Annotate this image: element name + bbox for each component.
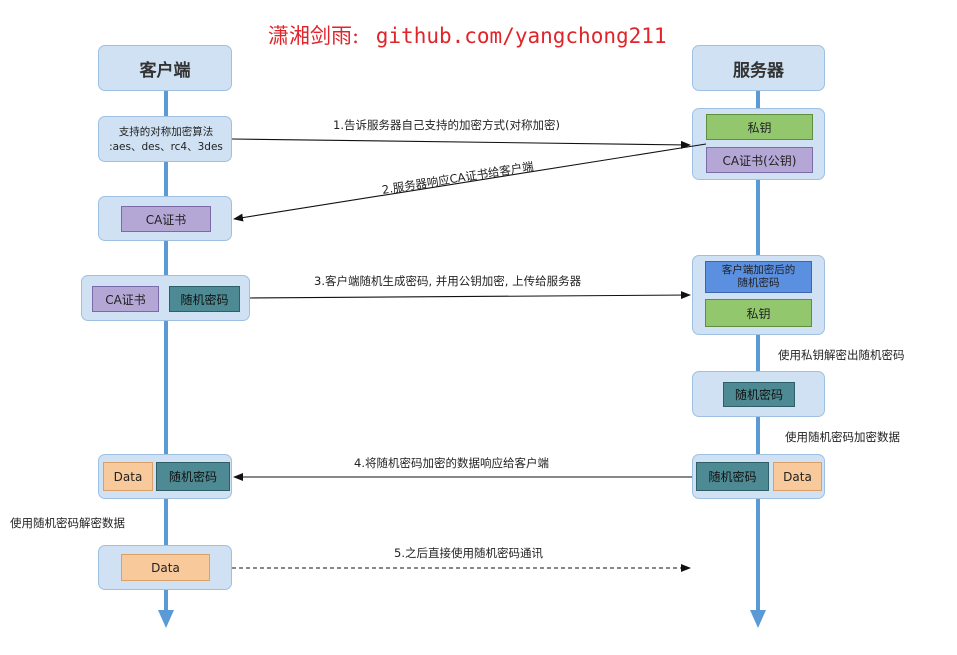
step5-label: 5.之后直接使用随机密码通讯 <box>394 546 543 560</box>
step1-arrow <box>231 138 691 149</box>
step3-arrow <box>249 291 691 300</box>
step4-label: 4.将随机密码加密的数据响应给客户端 <box>354 456 549 470</box>
step1-label: 1.告诉服务器自己支持的加密方式(对称加密) <box>333 118 560 132</box>
step3-label: 3.客户端随机生成密码, 并用公钥加密, 上传给服务器 <box>314 274 582 288</box>
